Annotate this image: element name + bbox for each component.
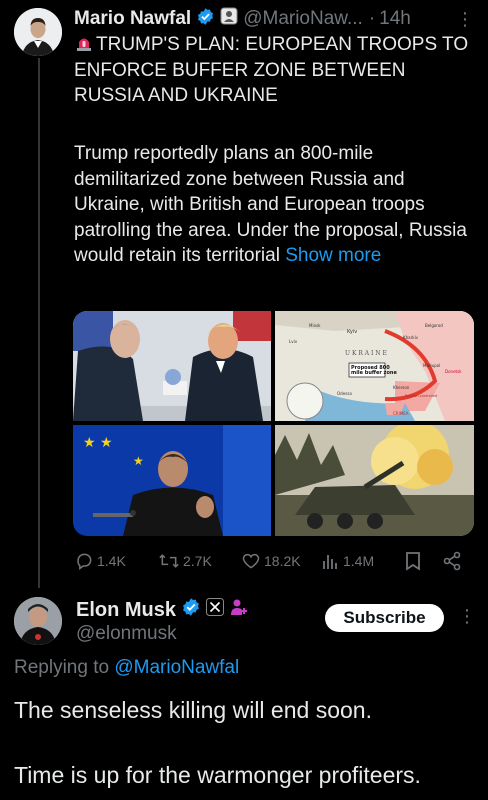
photo-leaders-meeting[interactable] [73, 311, 271, 421]
separator-dot: · [368, 8, 376, 29]
affiliate-user-icon [229, 597, 249, 623]
reply-text-line-2: Time is up for the warmonger profiteers. [14, 762, 421, 788]
views-button[interactable]: 1.4M [322, 548, 374, 574]
avatar[interactable] [14, 597, 62, 645]
map-label-crimea: CRIMEA [393, 411, 409, 416]
author-name[interactable]: Mario Nawfal [74, 8, 191, 30]
map-label-donetsk: Donetsk [445, 369, 462, 374]
more-options-icon[interactable]: ⋮ [458, 606, 476, 627]
reply-button[interactable]: 1.4K [74, 548, 126, 574]
share-button[interactable] [442, 548, 465, 574]
timestamp[interactable]: 14h [379, 8, 411, 30]
photo-artillery[interactable] [275, 425, 474, 536]
map-label-minsk: Minsk [309, 323, 321, 328]
bookmark-button[interactable] [404, 548, 425, 574]
more-options-icon[interactable]: ⋮ [456, 9, 474, 30]
repost-count: 2.7K [183, 553, 212, 569]
map-label-mariupol: Mariupol [423, 363, 440, 368]
author-handle[interactable]: @MarioNaw... [243, 8, 363, 30]
map-title: U K R A I N E [345, 350, 387, 357]
replying-to-line: Replying to @MarioNawfal [14, 657, 240, 678]
siren-icon [74, 34, 96, 55]
tweet-headline: TRUMP'S PLAN: EUROPEAN TROOPS TO ENFORCE… [74, 34, 469, 106]
like-count: 18.2K [264, 553, 301, 569]
verified-badge-icon [181, 597, 201, 623]
map-label-kyiv: Kyiv [347, 329, 357, 335]
map-label-belgorod: Belgorod [425, 323, 443, 328]
reply-count: 1.4K [97, 553, 126, 569]
map-label-kharkiv: Kharkiv [403, 335, 419, 340]
buffer-zone-map[interactable]: Proposed 800 mile buffer zone U K R A I N… [275, 311, 474, 421]
share-icon [443, 551, 461, 571]
tweet-action-bar: 1.4K 2.7K 18.2K 1.4M [74, 548, 474, 574]
map-label-kherson: Kherson [393, 385, 410, 390]
reply-author-handle[interactable]: @elonmusk [76, 623, 177, 645]
subscribe-button[interactable]: Subscribe [325, 604, 444, 632]
svg-text:★ ★: ★ ★ [83, 435, 113, 451]
repost-icon [159, 554, 179, 568]
map-label-lviv: Lviv [289, 339, 298, 344]
reply-text-line-1: The senseless killing will end soon. [14, 697, 372, 723]
photo-speaker[interactable]: ★ ★ ★ [73, 425, 271, 536]
show-more-link[interactable]: Show more [285, 245, 381, 266]
media-grid[interactable]: Proposed 800 mile buffer zone U K R A I N… [73, 311, 474, 536]
tweet-body: Trump reportedly plans an 800-mile demil… [74, 143, 467, 266]
verified-badge-icon [196, 7, 215, 32]
views-icon [323, 555, 337, 569]
like-button[interactable]: 18.2K [241, 548, 301, 574]
replying-to-link[interactable]: @MarioNawfal [114, 657, 239, 678]
view-count: 1.4M [343, 553, 375, 569]
avatar[interactable] [14, 8, 62, 56]
map-label-odessa: Odessa [337, 391, 352, 396]
bookmark-icon [406, 552, 420, 571]
x-logo-icon [206, 598, 225, 622]
heart-icon [242, 553, 260, 569]
svg-text:★: ★ [133, 454, 144, 468]
repost-button[interactable]: 2.7K [158, 548, 212, 574]
affiliate-badge-icon [220, 7, 238, 31]
reply-icon [77, 553, 92, 570]
map-label-russian-controlled: Russian-controlled [405, 394, 437, 398]
reply-author-name[interactable]: Elon Musk [76, 599, 176, 622]
thread-connector [38, 58, 40, 588]
